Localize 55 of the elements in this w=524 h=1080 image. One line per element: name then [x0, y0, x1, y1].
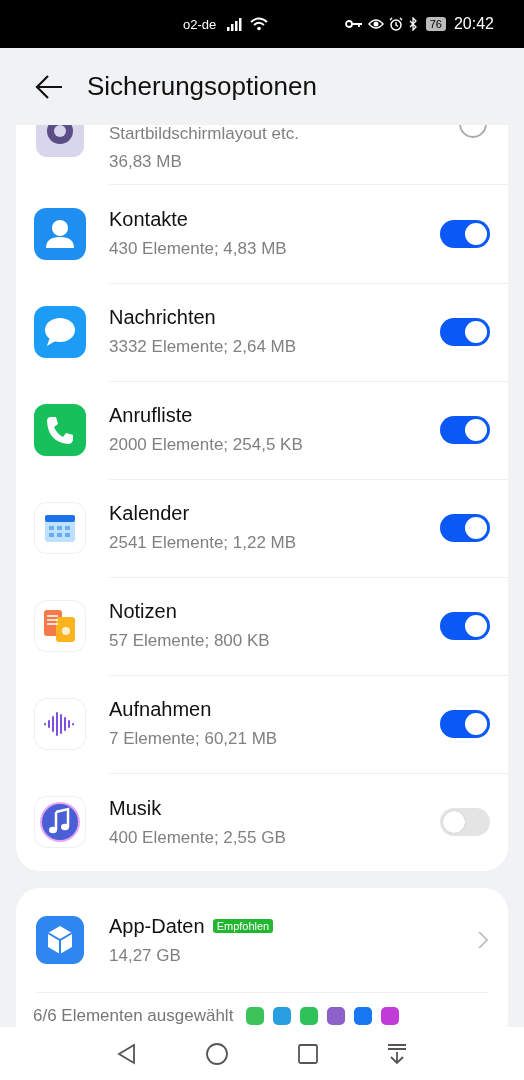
toggle-switch[interactable] — [440, 317, 490, 346]
calendar-icon — [34, 502, 86, 554]
back-nav-button[interactable] — [115, 1042, 138, 1065]
selection-summary: 6/6 Elementen ausgewählt — [33, 1006, 234, 1026]
app-icon — [273, 1007, 292, 1025]
toggle-switch[interactable] — [440, 611, 490, 640]
notification-pull-button[interactable] — [386, 1042, 409, 1065]
item-size: 36,83 MB — [109, 152, 182, 172]
sound-wave-icon — [34, 698, 86, 750]
toggle-switch[interactable] — [440, 513, 490, 542]
clock-time: 20:42 — [453, 15, 494, 33]
notes-icon — [34, 600, 86, 652]
item-subtitle: 7 Elemente; 60,21 MB — [109, 729, 278, 749]
item-size: 14,27 GB — [109, 945, 181, 966]
item-title: Musik — [109, 796, 162, 820]
battery-indicator: 76 — [425, 17, 446, 31]
app-icon — [300, 1007, 319, 1025]
item-subtitle: 2000 Elemente; 254,5 KB — [109, 435, 303, 455]
bluetooth-icon — [407, 17, 418, 31]
item-subtitle: 57 Elemente; 800 KB — [109, 631, 270, 651]
item-subtitle: 400 Elemente; 2,55 GB — [109, 827, 286, 848]
item-title: Kontakte — [109, 208, 188, 231]
toggle-switch[interactable] — [440, 709, 490, 738]
back-button[interactable] — [34, 73, 64, 100]
page-title: Sicherungsoptionen — [87, 71, 317, 102]
app-icon — [246, 1007, 265, 1025]
item-title: App-Daten — [109, 914, 205, 938]
music-note-icon — [34, 796, 86, 848]
recommended-badge: Empfohlen — [212, 919, 274, 933]
toggle-switch[interactable] — [440, 415, 490, 444]
message-bubble-icon — [34, 306, 86, 358]
toggle-switch[interactable] — [440, 808, 490, 836]
alarm-icon — [388, 17, 403, 31]
eye-icon — [367, 18, 384, 30]
wifi-icon — [250, 17, 269, 31]
item-subtitle: 2541 Elemente; 1,22 MB — [109, 533, 297, 553]
app-icon — [354, 1007, 373, 1025]
item-subtitle: 430 Elemente; 4,83 MB — [109, 239, 287, 259]
app-icon — [327, 1007, 346, 1025]
item-title: Kalender — [109, 502, 190, 525]
app-icon — [381, 1007, 400, 1025]
item-title: Aufnahmen — [109, 698, 212, 721]
item-subtitle: Startbildschirmlayout etc. — [109, 125, 299, 144]
item-title: Anrufliste — [109, 404, 193, 427]
item-subtitle: 3332 Elemente; 2,64 MB — [109, 337, 297, 357]
contacts-icon — [34, 208, 86, 260]
item-title: Notizen — [109, 600, 177, 623]
home-nav-button[interactable] — [205, 1041, 230, 1066]
recents-nav-button[interactable] — [296, 1042, 319, 1065]
carrier-name: o2-de — [183, 16, 217, 32]
item-title: Nachrichten — [109, 306, 216, 329]
toggle-switch[interactable] — [440, 219, 490, 248]
key-icon — [344, 19, 363, 29]
phone-icon — [34, 404, 86, 456]
cube-icon — [36, 916, 84, 964]
